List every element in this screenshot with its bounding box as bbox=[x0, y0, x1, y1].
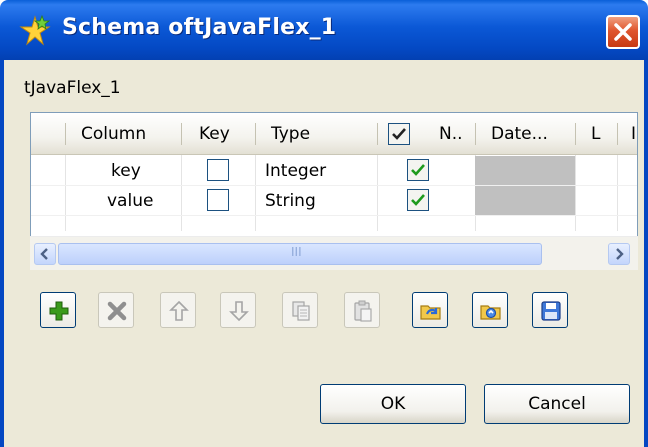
column-header-length[interactable]: L bbox=[591, 113, 600, 155]
table-row[interactable]: value String bbox=[31, 186, 637, 216]
import-icon bbox=[420, 305, 441, 320]
close-icon bbox=[614, 23, 632, 41]
add-icon bbox=[49, 301, 69, 321]
column-separator[interactable] bbox=[255, 123, 256, 145]
column-header-nullable[interactable]: N.. bbox=[439, 113, 463, 155]
column-header-date-pattern[interactable]: Date... bbox=[491, 113, 548, 155]
checkmark-icon bbox=[411, 164, 425, 176]
move-up-icon bbox=[169, 300, 189, 321]
nullable-checkbox[interactable] bbox=[407, 189, 429, 211]
cell-column-name[interactable]: key bbox=[111, 156, 141, 186]
table-row[interactable]: key Integer bbox=[31, 156, 637, 186]
add-column-button[interactable] bbox=[40, 292, 76, 328]
column-header-key[interactable]: Key bbox=[199, 113, 230, 155]
component-name-label: tJavaFlex_1 bbox=[24, 78, 121, 98]
move-down-button[interactable] bbox=[220, 292, 256, 328]
save-icon bbox=[541, 301, 561, 321]
checkmark-icon bbox=[392, 128, 406, 140]
horizontal-scrollbar[interactable]: III bbox=[30, 236, 638, 270]
cell-type[interactable]: String bbox=[265, 186, 316, 216]
scroll-thumb[interactable]: III bbox=[58, 243, 542, 265]
key-checkbox[interactable] bbox=[207, 189, 229, 211]
column-separator[interactable] bbox=[181, 123, 182, 145]
import-schema-button[interactable] bbox=[412, 292, 448, 328]
copy-button[interactable] bbox=[282, 292, 318, 328]
remove-column-button[interactable] bbox=[98, 292, 134, 328]
date-pattern-cell-disabled bbox=[475, 156, 575, 185]
export-schema-button[interactable] bbox=[472, 292, 508, 328]
cell-type[interactable]: Integer bbox=[265, 156, 326, 186]
cell-column-name[interactable]: value bbox=[107, 186, 153, 216]
talend-star-icon bbox=[18, 14, 52, 48]
column-separator[interactable] bbox=[475, 123, 476, 145]
close-button[interactable] bbox=[606, 15, 640, 49]
column-separator[interactable] bbox=[377, 123, 378, 145]
ok-button[interactable]: OK bbox=[320, 384, 466, 424]
delete-icon bbox=[107, 301, 127, 321]
scroll-right-button[interactable] bbox=[608, 243, 630, 265]
paste-icon bbox=[354, 300, 372, 322]
table-header: Column Key Type N.. Date... L I bbox=[31, 113, 637, 155]
title-bar[interactable]: Schema oftJavaFlex_1 bbox=[0, 0, 648, 60]
scroll-left-button[interactable] bbox=[34, 243, 56, 265]
checkmark-icon bbox=[411, 194, 425, 206]
key-checkbox[interactable] bbox=[207, 159, 229, 181]
cancel-button[interactable]: Cancel bbox=[484, 384, 630, 424]
arrow-left-icon bbox=[40, 248, 48, 260]
nullable-checkbox[interactable] bbox=[407, 159, 429, 181]
arrow-right-icon bbox=[616, 248, 624, 260]
column-separator[interactable] bbox=[575, 123, 576, 145]
paste-button[interactable] bbox=[344, 292, 380, 328]
column-separator[interactable] bbox=[65, 123, 66, 145]
column-header-precision[interactable]: I bbox=[631, 113, 636, 155]
move-up-button[interactable] bbox=[160, 292, 196, 328]
move-down-icon bbox=[229, 301, 249, 322]
copy-icon bbox=[292, 301, 310, 321]
column-header-type[interactable]: Type bbox=[271, 113, 310, 155]
window-title: Schema oftJavaFlex_1 bbox=[62, 15, 337, 40]
date-pattern-cell-disabled bbox=[475, 186, 575, 215]
nullable-all-checkbox[interactable] bbox=[388, 123, 410, 145]
column-separator[interactable] bbox=[617, 123, 618, 145]
export-icon bbox=[480, 305, 501, 320]
scroll-grip: III bbox=[291, 245, 302, 259]
column-header-column[interactable]: Column bbox=[81, 113, 146, 155]
save-schema-button[interactable] bbox=[532, 292, 568, 328]
